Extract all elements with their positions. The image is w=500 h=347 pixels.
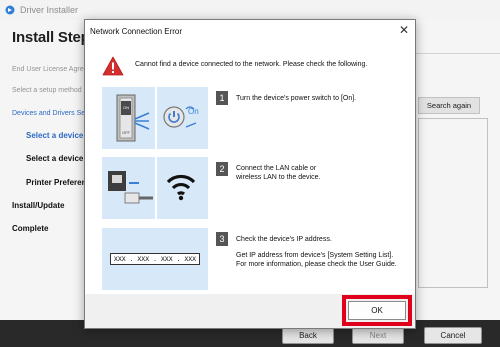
wifi-icon — [166, 174, 196, 201]
step1-number: 1 — [216, 91, 228, 105]
error-message: Cannot find a device connected to the ne… — [135, 61, 368, 68]
step2-illustration — [102, 157, 208, 219]
step1-text: Turn the device's power switch to [On]. — [236, 95, 357, 102]
network-error-dialog: Network Connection Error ✕ Cannot find a… — [84, 19, 416, 329]
window-title: Driver Installer — [20, 5, 79, 15]
step3-number: 3 — [216, 232, 228, 246]
lan-cable-icon — [108, 171, 153, 204]
step2-text: Connect the LAN cable or wireless LAN to… — [236, 165, 321, 181]
step2-number: 2 — [216, 162, 228, 176]
step3-text: Check the device's IP address. Get IP ad… — [236, 236, 397, 268]
svg-text:ON: ON — [123, 105, 129, 110]
step3-illustration: XXX . XXX . XXX . XXX — [102, 228, 208, 290]
power-switch-icon: ON OFF — [116, 94, 150, 142]
ip-address-placeholder: XXX . XXX . XXX . XXX — [110, 253, 200, 265]
dialog-title: Network Connection Error — [90, 27, 183, 36]
window-titlebar: Driver Installer — [0, 0, 500, 20]
step1-illustration: ON OFF On — [102, 87, 208, 149]
close-icon[interactable]: ✕ — [399, 23, 409, 37]
on-label: On — [188, 107, 199, 116]
warning-icon — [102, 56, 124, 76]
ok-button[interactable]: OK — [348, 301, 406, 320]
svg-text:OFF: OFF — [122, 130, 131, 135]
app-icon — [5, 5, 15, 15]
